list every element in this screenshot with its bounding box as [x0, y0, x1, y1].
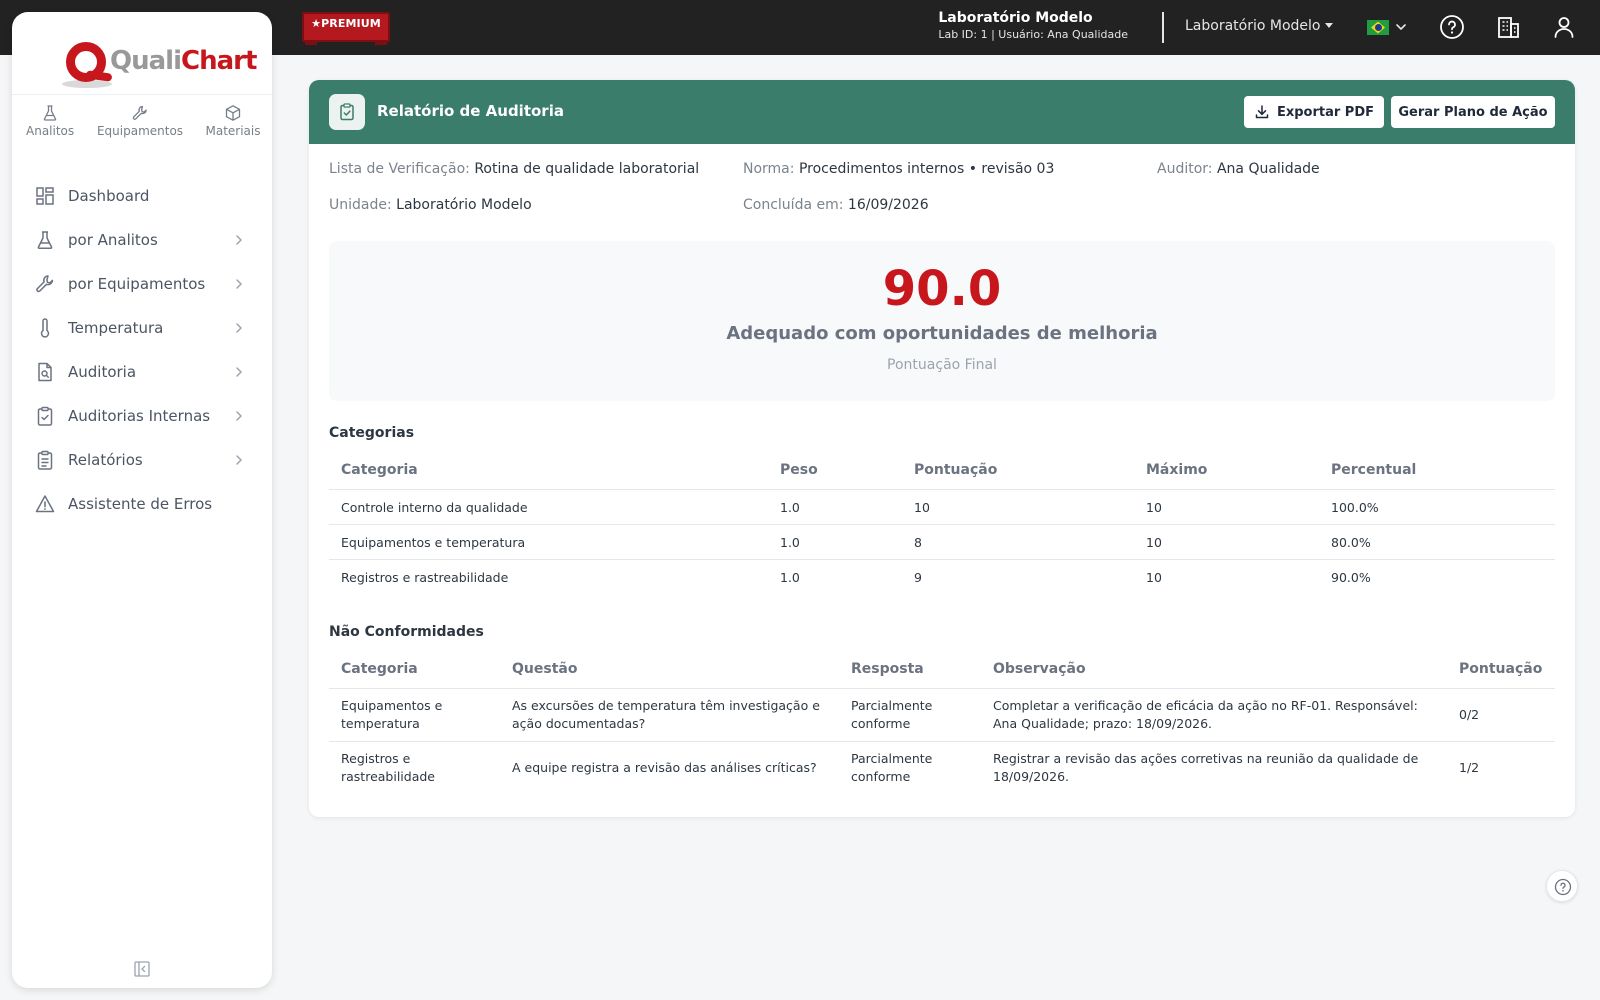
sidebar-item-assistente-de-erros[interactable]: Assistente de Erros: [12, 482, 272, 526]
box-icon: [225, 105, 241, 121]
sidebar-item-dashboard[interactable]: Dashboard: [12, 174, 272, 218]
sidebar-item-label: Auditorias Internas: [68, 407, 211, 425]
help-icon: [1554, 878, 1572, 896]
auditor-value: Ana Qualidade: [1216, 161, 1320, 177]
sidebar-item-relatorios[interactable]: Relatórios: [12, 438, 272, 482]
table-row: Equipamentos e temperatura As excursões …: [329, 689, 1555, 742]
clipboard-list-icon: [34, 449, 56, 471]
quick-nav-label: Materiais: [205, 124, 261, 138]
dashboard-icon: [34, 185, 56, 207]
language-selector[interactable]: [1367, 18, 1411, 38]
building-icon[interactable]: [1495, 14, 1521, 40]
premium-label: ★PREMIUM: [311, 17, 381, 30]
meta-completed: Concluída em: 16/09/2026: [743, 197, 929, 213]
report-header: Relatório de Auditoria Exportar PDF Gera…: [309, 80, 1575, 144]
logo-text-muted: Quali: [110, 46, 182, 76]
premium-badge[interactable]: ★PREMIUM: [302, 12, 390, 45]
flask-icon: [43, 105, 57, 121]
sidebar-item-label: por Equipamentos: [68, 275, 206, 293]
chevron-right-icon: [236, 235, 242, 245]
logo-text-accent: Chart: [180, 46, 257, 76]
final-score-box: 90.0 Adequado com oportunidades de melho…: [329, 241, 1555, 401]
topbar-divider: [1162, 12, 1164, 43]
unit-value: Laboratório Modelo: [396, 197, 532, 213]
table-row: Equipamentos e temperatura 1.0 8 10 80.0…: [329, 525, 1555, 560]
meta-checklist: Lista de Verificação: Rotina de qualidad…: [329, 161, 700, 177]
flag-brazil-icon: [1367, 20, 1389, 35]
thermometer-icon: [34, 317, 56, 339]
final-score-caption: Pontuação Final: [887, 357, 997, 373]
sidebar-item-label: por Analitos: [68, 231, 158, 249]
lab-selector-label: Laboratório Modelo: [1185, 18, 1321, 34]
categories-title: Categorias: [329, 425, 415, 441]
completed-value: 16/09/2026: [847, 197, 929, 213]
help-icon[interactable]: [1439, 14, 1465, 40]
meta-auditor: Auditor: Ana Qualidade: [1157, 161, 1320, 177]
sidebar-item-temperatura[interactable]: Temperatura: [12, 306, 272, 350]
nonconformities-title: Não Conformidades: [329, 624, 484, 640]
sidebar-item-label: Relatórios: [68, 451, 143, 469]
sidebar-item-auditoria[interactable]: Auditoria: [12, 350, 272, 394]
chevron-right-icon: [236, 411, 242, 421]
chevron-right-icon: [236, 367, 242, 377]
clipboard-check-icon: [329, 94, 365, 130]
checklist-value: Rotina de qualidade laboratorial: [474, 161, 700, 177]
collapse-sidebar-icon[interactable]: [132, 959, 152, 979]
qualichart-logo[interactable]: QualiChart: [52, 28, 257, 92]
sidebar-item-por-analitos[interactable]: por Analitos: [12, 218, 272, 262]
table-row: Controle interno da qualidade 1.0 10 10 …: [329, 490, 1555, 525]
table-header: Categoria Peso Pontuação Máximo Percentu…: [329, 454, 1555, 490]
export-pdf-label: Exportar PDF: [1276, 104, 1375, 120]
floating-help-button[interactable]: [1546, 870, 1578, 902]
nonconformities-table: Categoria Questão Resposta Observação Po…: [329, 653, 1555, 795]
quick-nav: Analitos Equipamentos Materiais: [12, 104, 272, 154]
chevron-right-icon: [236, 323, 242, 333]
export-pdf-button[interactable]: Exportar PDF: [1244, 96, 1384, 128]
sidebar-item-label: Assistente de Erros: [68, 495, 213, 513]
final-score-label: Adequado com oportunidades de melhoria: [726, 323, 1158, 344]
sidebar-item-label: Auditoria: [68, 363, 137, 381]
meta-norm: Norma: Procedimentos internos • revisão …: [743, 161, 1055, 177]
sidebar-item-por-equipamentos[interactable]: por Equipamentos: [12, 262, 272, 306]
table-row: Registros e rastreabilidade A equipe reg…: [341, 751, 1480, 784]
document-search-icon: [34, 361, 56, 383]
wrench-icon: [34, 273, 56, 295]
user-icon[interactable]: [1551, 14, 1577, 40]
final-score-value: 90.0: [882, 261, 1002, 317]
chevron-down-icon: [1396, 24, 1406, 30]
meta-unit: Unidade: Laboratório Modelo: [329, 197, 532, 213]
quick-nav-materiais[interactable]: Materiais: [202, 104, 264, 138]
lab-name: Laboratório Modelo: [938, 10, 1093, 26]
lab-selector[interactable]: Laboratório Modelo: [1185, 18, 1334, 34]
generate-action-plan-button[interactable]: Gerar Plano de Ação: [1391, 96, 1555, 128]
audit-report-card: Relatório de Auditoria Exportar PDF Gera…: [309, 80, 1575, 817]
chevron-right-icon: [236, 455, 242, 465]
sidebar-item-label: Temperatura: [68, 319, 164, 337]
sidebar-item-auditorias-internas[interactable]: Auditorias Internas: [12, 394, 272, 438]
lab-meta: Lab ID: 1 | Usuário: Ana Qualidade: [938, 28, 1128, 41]
quick-nav-label: Equipamentos: [96, 124, 184, 138]
generate-action-plan-label: Gerar Plano de Ação: [1398, 104, 1548, 120]
wrench-icon: [132, 105, 147, 120]
quick-nav-label: Analitos: [26, 124, 75, 138]
categories-table: Categoria Peso Pontuação Máximo Percentu…: [329, 454, 1555, 595]
download-icon: [1255, 105, 1269, 119]
sidebar-menu: Dashboard por Analitos por Equipamentos …: [12, 174, 272, 526]
clipboard-check-icon: [34, 405, 56, 427]
chevron-right-icon: [236, 279, 242, 289]
warning-icon: [34, 493, 56, 515]
table-row: Registros e rastreabilidade 1.0 9 10 90.…: [341, 570, 1371, 585]
report-title: Relatório de Auditoria: [377, 102, 564, 120]
lab-info: Laboratório Modelo Lab ID: 1 | Usuário: …: [938, 10, 1128, 42]
quick-nav-analitos[interactable]: Analitos: [26, 104, 74, 138]
caret-down-icon: [1325, 23, 1334, 28]
sidebar: QualiChart Analitos Equipamentos Materia…: [12, 12, 272, 988]
norm-value: Procedimentos internos • revisão 03: [798, 161, 1055, 177]
quick-nav-equipamentos[interactable]: Equipamentos: [92, 104, 188, 138]
table-header: Categoria Questão Resposta Observação Po…: [329, 653, 1555, 689]
sidebar-item-label: Dashboard: [68, 187, 150, 205]
flask-icon: [34, 229, 56, 251]
